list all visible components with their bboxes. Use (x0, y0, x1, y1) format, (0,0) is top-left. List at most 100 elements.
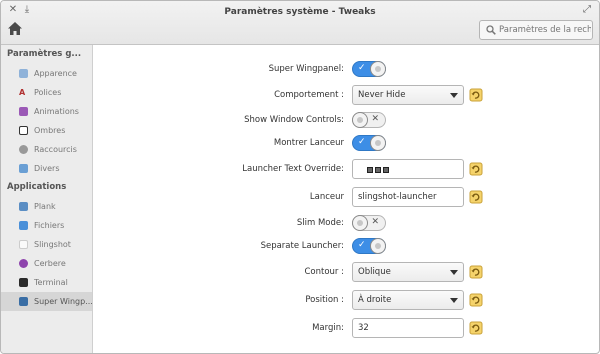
position-value: À droite (358, 295, 392, 305)
sidebar-item-label: Super Wingp... (34, 297, 92, 306)
x-icon: ✕ (371, 114, 379, 124)
row-super-wingpanel: Super Wingpanel: ✓ (94, 61, 599, 77)
sidebar-section-general: Paramètres g... (7, 49, 82, 59)
super-wingpanel-switch[interactable]: ✓ (352, 61, 386, 77)
sidebar-item-divers[interactable]: Divers (1, 159, 92, 178)
switch-knob (370, 135, 386, 151)
animations-icon (19, 107, 28, 116)
margin-input[interactable]: 32 (352, 318, 464, 338)
shortcuts-icon (19, 145, 28, 154)
margin-label: Margin: (312, 323, 344, 333)
check-icon: ✓ (358, 240, 366, 250)
plank-icon (19, 202, 28, 211)
separate-launcher-switch[interactable]: ✓ (352, 238, 386, 254)
sidebar-item-fichiers[interactable]: Fichiers (1, 216, 92, 235)
margin-value: 32 (358, 323, 369, 333)
terminal-icon (19, 278, 28, 287)
maximize-button[interactable]: ⤢ (581, 4, 593, 15)
sidebar-item-label: Divers (34, 164, 60, 173)
sidebar-item-label: Fichiers (34, 221, 65, 230)
x-icon: ✕ (371, 217, 379, 227)
tweaks-window: ✕ ⤓ Paramètres système - Tweaks ⤢ Paramè… (0, 0, 600, 354)
home-button[interactable] (7, 21, 23, 37)
sidebar-item-label: Apparence (34, 69, 77, 78)
lanceur-value: slingshot-launcher (358, 192, 437, 202)
dropdown-arrow-icon (450, 270, 458, 275)
row-contour: Contour : Oblique (94, 262, 599, 282)
reset-icon[interactable] (469, 265, 483, 279)
check-icon: ✓ (358, 137, 366, 147)
contour-value: Oblique (358, 267, 391, 277)
montrer-lanceur-label: Montrer Lanceur (273, 138, 344, 148)
appearance-icon (19, 69, 28, 78)
reset-icon[interactable] (469, 321, 483, 335)
sidebar-item-terminal[interactable]: Terminal (1, 273, 92, 292)
sidebar-item-polices[interactable]: A Polices (1, 83, 92, 102)
reset-icon[interactable] (469, 162, 483, 176)
contour-label: Contour : (304, 267, 344, 277)
sidebar: Paramètres g... Apparence A Polices Anim… (1, 45, 93, 353)
row-margin: Margin: 32 (94, 318, 599, 338)
fonts-icon: A (19, 88, 26, 97)
sidebar-item-label: Ombres (34, 126, 66, 135)
sidebar-item-plank[interactable]: Plank (1, 197, 92, 216)
sidebar-item-raccourcis[interactable]: Raccourcis (1, 140, 92, 159)
switch-knob (370, 238, 386, 254)
row-show-window-controls: Show Window Controls: ✕ (94, 112, 599, 128)
sidebar-item-animations[interactable]: Animations (1, 102, 92, 121)
settings-panel: Super Wingpanel: ✓ Comportement : Never … (94, 45, 599, 353)
launcher-text-override-label: Launcher Text Override: (242, 164, 344, 174)
search-field[interactable] (479, 20, 593, 40)
sidebar-item-slingshot[interactable]: Slingshot (1, 235, 92, 254)
search-icon (486, 25, 496, 35)
sidebar-item-label: Cerbere (34, 259, 66, 268)
launcher-text-override-input[interactable] (352, 159, 464, 179)
comportement-value: Never Hide (358, 90, 406, 100)
montrer-lanceur-switch[interactable]: ✓ (352, 135, 386, 151)
row-slim-mode: Slim Mode: ✕ (94, 215, 599, 231)
row-comportement: Comportement : Never Hide (94, 85, 599, 105)
row-position: Position : À droite (94, 290, 599, 310)
shadows-icon (19, 126, 28, 135)
sidebar-item-cerbere[interactable]: Cerbere (1, 254, 92, 273)
files-icon (19, 221, 28, 230)
cerbere-icon (19, 259, 28, 268)
switch-knob (352, 112, 368, 128)
separate-launcher-label: Separate Launcher: (260, 241, 344, 251)
misc-icon (19, 164, 28, 173)
reset-icon[interactable] (469, 190, 483, 204)
row-launcher-text-override: Launcher Text Override: (94, 159, 599, 179)
sidebar-item-ombres[interactable]: Ombres (1, 121, 92, 140)
lanceur-label: Lanceur (309, 192, 344, 202)
sidebar-item-label: Raccourcis (34, 145, 77, 154)
reset-icon[interactable] (469, 88, 483, 102)
sidebar-item-label: Terminal (34, 278, 68, 287)
show-window-controls-switch[interactable]: ✕ (352, 112, 386, 128)
header-bar: ✕ ⤓ Paramètres système - Tweaks ⤢ (1, 1, 599, 45)
comportement-label: Comportement : (274, 90, 344, 100)
sidebar-item-label: Slingshot (34, 240, 71, 249)
window-title: Paramètres système - Tweaks (224, 7, 376, 17)
sidebar-item-label: Animations (34, 107, 79, 116)
comportement-select[interactable]: Never Hide (352, 85, 464, 105)
super-wingpanel-label: Super Wingpanel: (268, 64, 344, 74)
dropdown-arrow-icon (450, 93, 458, 98)
reset-icon[interactable] (469, 293, 483, 307)
wingpanel-icon (19, 297, 28, 306)
check-icon: ✓ (358, 63, 366, 73)
search-input[interactable] (499, 22, 591, 38)
switch-knob (352, 215, 368, 231)
slim-mode-switch[interactable]: ✕ (352, 215, 386, 231)
sidebar-item-super-wingpanel[interactable]: Super Wingp... (1, 292, 92, 311)
sidebar-item-apparence[interactable]: Apparence (1, 64, 92, 83)
position-select[interactable]: À droite (352, 290, 464, 310)
lanceur-input[interactable]: slingshot-launcher (352, 187, 464, 207)
row-separate-launcher: Separate Launcher: ✓ (94, 238, 599, 254)
sidebar-item-label: Plank (34, 202, 56, 211)
row-montrer-lanceur: Montrer Lanceur ✓ (94, 135, 599, 151)
row-lanceur: Lanceur slingshot-launcher (94, 187, 599, 207)
position-label: Position : (305, 295, 344, 305)
sidebar-item-label: Polices (34, 88, 62, 97)
slingshot-icon (19, 240, 28, 249)
contour-select[interactable]: Oblique (352, 262, 464, 282)
